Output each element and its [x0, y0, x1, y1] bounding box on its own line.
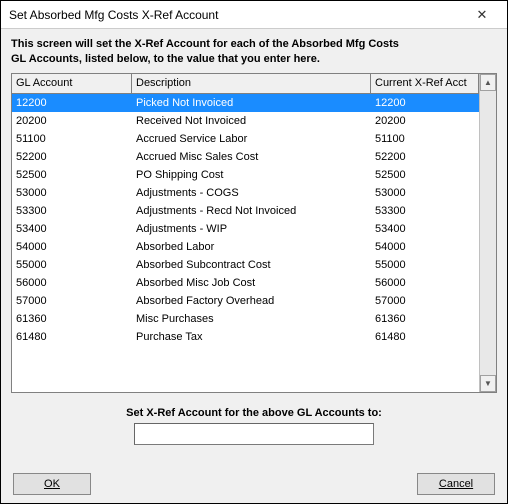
- close-icon: ✕: [477, 7, 488, 23]
- cell-gl-account: 57000: [12, 294, 132, 308]
- grid-rows: 12200Picked Not Invoiced1220020200Receiv…: [12, 94, 479, 346]
- ok-button[interactable]: OK: [13, 473, 91, 495]
- cell-current-xref: 61360: [371, 312, 479, 326]
- grid-body: GL Account Description Current X-Ref Acc…: [12, 74, 479, 392]
- table-row[interactable]: 52200Accrued Misc Sales Cost52200: [12, 148, 479, 166]
- chevron-up-icon: ▲: [484, 78, 492, 87]
- table-row[interactable]: 52500PO Shipping Cost52500: [12, 166, 479, 184]
- prompt-label: Set X-Ref Account for the above GL Accou…: [11, 407, 497, 419]
- cell-description: Absorbed Labor: [132, 240, 371, 254]
- instructions-text: This screen will set the X-Ref Account f…: [11, 37, 497, 67]
- cell-current-xref: 53400: [371, 222, 479, 236]
- table-row[interactable]: 55000Absorbed Subcontract Cost55000: [12, 256, 479, 274]
- cancel-button-rest: ancel: [447, 478, 473, 490]
- scroll-down-button[interactable]: ▼: [480, 375, 496, 392]
- table-row[interactable]: 61360Misc Purchases61360: [12, 310, 479, 328]
- cell-gl-account: 52200: [12, 150, 132, 164]
- cell-gl-account: 61480: [12, 330, 132, 344]
- cell-gl-account: 56000: [12, 276, 132, 290]
- close-button[interactable]: ✕: [465, 4, 499, 26]
- cell-description: Picked Not Invoiced: [132, 96, 371, 110]
- cell-gl-account: 51100: [12, 132, 132, 146]
- cell-gl-account: 61360: [12, 312, 132, 326]
- scroll-track[interactable]: [480, 91, 496, 375]
- cell-description: Purchase Tax: [132, 330, 371, 344]
- cell-current-xref: 52200: [371, 150, 479, 164]
- cancel-button[interactable]: Cancel: [417, 473, 495, 495]
- content-area: This screen will set the X-Ref Account f…: [1, 29, 507, 465]
- cell-current-xref: 52500: [371, 168, 479, 182]
- cell-current-xref: 57000: [371, 294, 479, 308]
- cell-gl-account: 12200: [12, 96, 132, 110]
- table-row[interactable]: 53300Adjustments - Recd Not Invoiced5330…: [12, 202, 479, 220]
- cell-description: Accrued Misc Sales Cost: [132, 150, 371, 164]
- cell-gl-account: 20200: [12, 114, 132, 128]
- button-row: OK Cancel: [1, 465, 507, 503]
- titlebar: Set Absorbed Mfg Costs X-Ref Account ✕: [1, 1, 507, 29]
- vertical-scrollbar[interactable]: ▲ ▼: [479, 74, 496, 392]
- xref-account-input[interactable]: [134, 423, 374, 445]
- table-row[interactable]: 51100Accrued Service Labor51100: [12, 130, 479, 148]
- cell-current-xref: 55000: [371, 258, 479, 272]
- cell-description: Received Not Invoiced: [132, 114, 371, 128]
- ok-button-rest: K: [53, 478, 60, 490]
- cell-description: PO Shipping Cost: [132, 168, 371, 182]
- instructions-line-2: GL Accounts, listed below, to the value …: [11, 53, 320, 65]
- dialog-window: Set Absorbed Mfg Costs X-Ref Account ✕ T…: [0, 0, 508, 504]
- cell-current-xref: 53300: [371, 204, 479, 218]
- table-row[interactable]: 53000Adjustments - COGS53000: [12, 184, 479, 202]
- cell-description: Absorbed Misc Job Cost: [132, 276, 371, 290]
- accounts-grid: GL Account Description Current X-Ref Acc…: [11, 73, 497, 393]
- cell-description: Misc Purchases: [132, 312, 371, 326]
- table-row[interactable]: 12200Picked Not Invoiced12200: [12, 94, 479, 112]
- table-row[interactable]: 53400Adjustments - WIP53400: [12, 220, 479, 238]
- cell-current-xref: 51100: [371, 132, 479, 146]
- scroll-up-button[interactable]: ▲: [480, 74, 496, 91]
- cell-gl-account: 55000: [12, 258, 132, 272]
- table-row[interactable]: 54000Absorbed Labor54000: [12, 238, 479, 256]
- table-row[interactable]: 56000Absorbed Misc Job Cost56000: [12, 274, 479, 292]
- cell-gl-account: 54000: [12, 240, 132, 254]
- cell-description: Absorbed Factory Overhead: [132, 294, 371, 308]
- prompt-area: Set X-Ref Account for the above GL Accou…: [11, 407, 497, 445]
- cell-current-xref: 54000: [371, 240, 479, 254]
- chevron-down-icon: ▼: [484, 379, 492, 388]
- col-header-gl-account[interactable]: GL Account: [12, 74, 132, 93]
- cell-current-xref: 12200: [371, 96, 479, 110]
- cell-current-xref: 61480: [371, 330, 479, 344]
- cell-description: Adjustments - COGS: [132, 186, 371, 200]
- grid-header-row: GL Account Description Current X-Ref Acc…: [12, 74, 479, 94]
- cell-gl-account: 52500: [12, 168, 132, 182]
- cell-description: Adjustments - Recd Not Invoiced: [132, 204, 371, 218]
- cell-current-xref: 20200: [371, 114, 479, 128]
- table-row[interactable]: 57000Absorbed Factory Overhead57000: [12, 292, 479, 310]
- cell-description: Absorbed Subcontract Cost: [132, 258, 371, 272]
- col-header-description[interactable]: Description: [132, 74, 371, 93]
- window-title: Set Absorbed Mfg Costs X-Ref Account: [9, 8, 218, 22]
- table-row[interactable]: 61480Purchase Tax61480: [12, 328, 479, 346]
- instructions-line-1: This screen will set the X-Ref Account f…: [11, 38, 399, 50]
- table-row[interactable]: 20200Received Not Invoiced20200: [12, 112, 479, 130]
- cell-current-xref: 56000: [371, 276, 479, 290]
- cell-description: Adjustments - WIP: [132, 222, 371, 236]
- cell-current-xref: 53000: [371, 186, 479, 200]
- col-header-xref[interactable]: Current X-Ref Acct: [371, 74, 479, 93]
- cell-description: Accrued Service Labor: [132, 132, 371, 146]
- cell-gl-account: 53300: [12, 204, 132, 218]
- cell-gl-account: 53000: [12, 186, 132, 200]
- cell-gl-account: 53400: [12, 222, 132, 236]
